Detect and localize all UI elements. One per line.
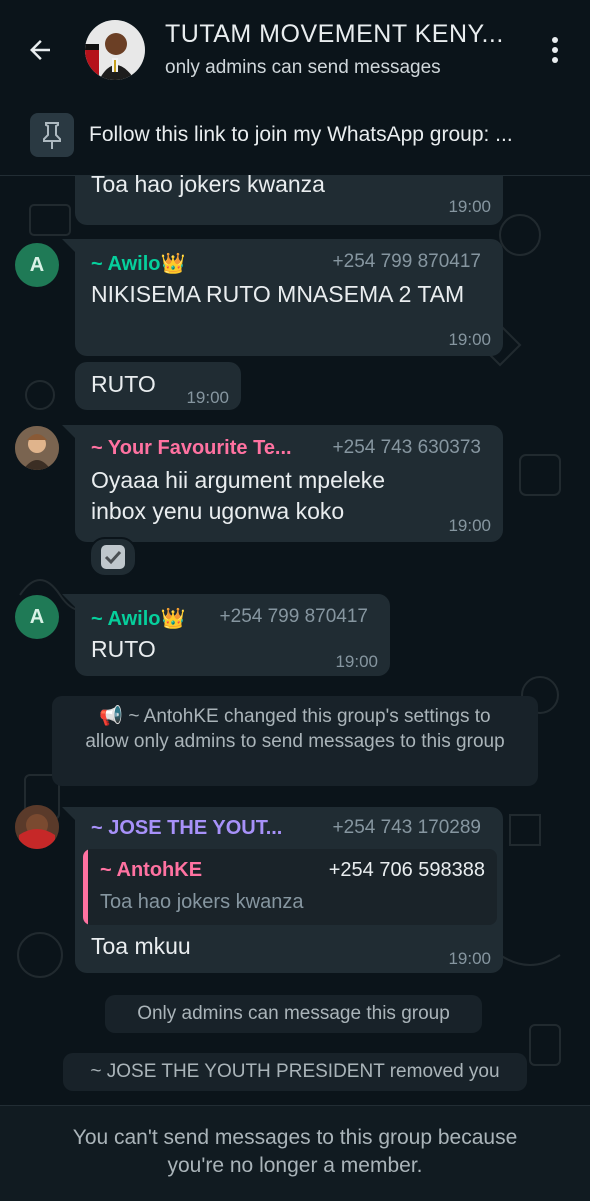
group-photo [85,20,145,80]
message-list[interactable]: Toa hao jokers kwanza 19:00 A ~ Awilo👑 +… [0,175,590,1105]
pinned-message-bar[interactable]: Follow this link to join my WhatsApp gro… [0,95,590,176]
sender-phone: +254 743 630373 [332,437,481,458]
avatar-photo [15,805,59,849]
message-bubble[interactable]: ~ JOSE THE YOUT... +254 743 170289 ~ Ant… [75,807,503,973]
check-mark-icon [101,545,125,569]
system-message-text: Only admins can message this group [137,1003,450,1024]
bubble-tail [62,425,76,439]
quoted-message[interactable]: ~ AntohKE +254 706 598388 Toa hao jokers… [83,849,497,925]
message-text: RUTO [91,636,156,662]
message-time: 19:00 [448,197,491,216]
avatar[interactable]: A [15,595,59,639]
message-time: 19:00 [186,388,229,407]
avatar[interactable] [15,426,59,470]
sender-phone: +254 743 170289 [332,817,481,838]
bubble-tail [62,594,76,608]
quote-accent-bar [83,849,88,925]
sender-name[interactable]: ~ Awilo👑 [91,606,185,631]
system-message-text: 📢 ~ AntohKE changed this group's setting… [85,706,505,752]
pinned-message-text: Follow this link to join my WhatsApp gro… [89,123,513,146]
bubble-tail [62,807,76,821]
message-bubble[interactable]: RUTO 19:00 [75,362,241,410]
message-bubble[interactable]: Toa hao jokers kwanza 19:00 [75,175,503,225]
sender-name[interactable]: ~ Awilo👑 [91,251,185,276]
quote-phone: +254 706 598388 [328,859,485,881]
quote-sender: ~ AntohKE [100,859,203,881]
message-text: RUTO [91,371,156,397]
message-time: 19:00 [335,652,378,671]
group-subtitle: only admins can send messages [165,57,441,78]
chat-header: TUTAM MOVEMENT KENY... only admins can s… [0,0,590,96]
footer-line-2: you're no longer a member. [167,1154,423,1177]
system-message-text: ~ JOSE THE YOUTH PRESIDENT removed you [90,1061,500,1082]
sender-phone: +254 799 870417 [219,606,368,627]
menu-button[interactable] [538,32,572,68]
reaction-badge[interactable] [89,537,137,577]
message-bubble[interactable]: ~ Your Favourite Te... +254 743 630373 O… [75,425,503,542]
sender-phone: +254 799 870417 [332,251,481,272]
message-bubble[interactable]: ~ Awilo👑 +254 799 870417 RUTO 19:00 [75,594,390,676]
message-text: Toa mkuu [91,933,191,959]
avatar[interactable] [15,805,59,849]
avatar-photo [15,426,59,470]
system-message: Only admins can message this group [105,995,482,1033]
back-button[interactable] [20,30,60,70]
not-member-footer: You can't send messages to this group be… [0,1105,590,1201]
message-time: 19:00 [448,516,491,535]
system-message: 📢 ~ AntohKE changed this group's setting… [52,696,538,786]
group-avatar[interactable] [85,20,145,80]
kebab-menu-icon [552,37,558,63]
message-text: NIKISEMA RUTO MNASEMA 2 TAM [91,281,465,307]
bubble-tail [62,239,76,253]
quote-text: Toa hao jokers kwanza [100,891,304,913]
avatar[interactable]: A [15,243,59,287]
pin-icon [30,113,74,157]
footer-line-1: You can't send messages to this group be… [72,1126,518,1149]
group-title[interactable]: TUTAM MOVEMENT KENY... [165,20,515,49]
message-text: Oyaaa hii argument mpeleke inbox yenu ug… [91,467,386,524]
sender-name[interactable]: ~ JOSE THE YOUT... [91,817,282,840]
message-time: 19:00 [448,949,491,968]
sender-name[interactable]: ~ Your Favourite Te... [91,437,292,460]
system-message: ~ JOSE THE YOUTH PRESIDENT removed you [63,1053,527,1091]
arrow-left-icon [30,40,50,60]
message-time: 19:00 [448,330,491,349]
message-text: Toa hao jokers kwanza [91,175,325,197]
message-bubble[interactable]: ~ Awilo👑 +254 799 870417 NIKISEMA RUTO M… [75,239,503,356]
